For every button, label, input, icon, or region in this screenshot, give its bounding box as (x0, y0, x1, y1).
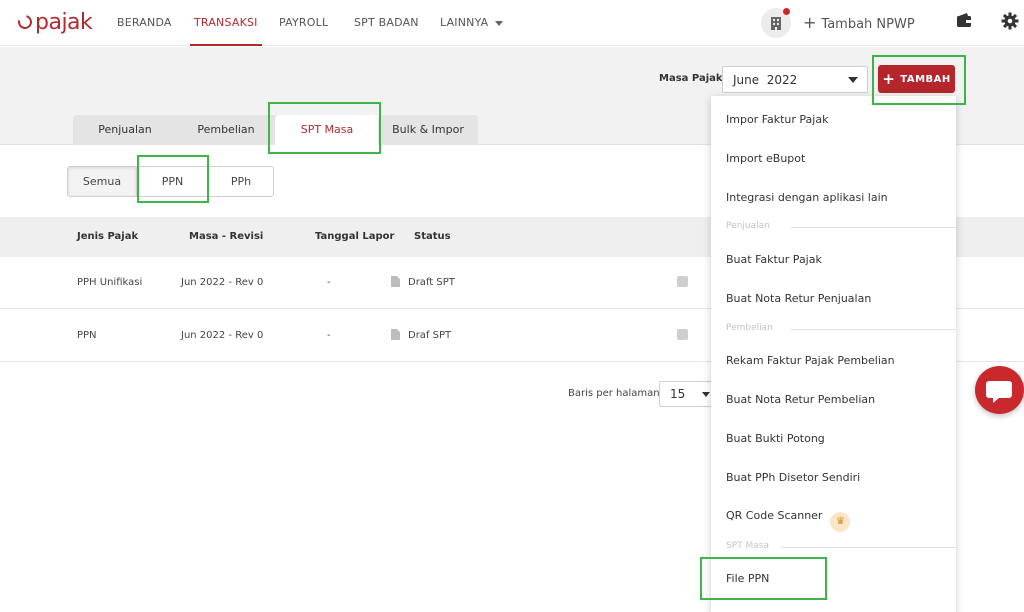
menu-qr-code-scanner-label: QR Code Scanner (726, 509, 823, 522)
tab-penjualan[interactable]: Penjualan (73, 115, 177, 145)
nav-beranda[interactable]: BERANDA (117, 0, 172, 46)
menu-integrasi-aplikasi[interactable]: Integrasi dengan aplikasi lain (726, 191, 888, 204)
menu-import-ebupot[interactable]: Import eBupot (726, 152, 805, 165)
logo-text: pajak (35, 9, 93, 35)
print-icon[interactable] (677, 329, 688, 340)
cell-status: Draft SPT (391, 276, 455, 288)
section-penjualan: Penjualan (726, 221, 770, 231)
menu-buat-bukti-potong[interactable]: Buat Bukti Potong (726, 432, 825, 445)
chevron-down-icon (848, 77, 858, 83)
status-text: Draf SPT (408, 330, 452, 341)
cell-masa: Jun 2022 - Rev 0 (181, 330, 264, 341)
chevron-down-icon (702, 392, 710, 397)
add-npwp-button[interactable]: + Tambah NPWP (803, 13, 915, 32)
tab-pembelian[interactable]: Pembelian (172, 115, 280, 145)
menu-buat-nota-retur-penjualan[interactable]: Buat Nota Retur Penjualan (726, 292, 871, 305)
col-status[interactable]: Status (414, 231, 451, 242)
nav-payroll[interactable]: PAYROLL (279, 0, 328, 46)
masa-pajak-value: June 2022 (733, 73, 798, 87)
chat-button[interactable] (975, 366, 1024, 414)
pajak-logo[interactable]: pajak (15, 9, 93, 35)
section-divider (791, 227, 956, 228)
rows-per-page-select[interactable]: 15 (659, 381, 717, 407)
rows-per-page-value: 15 (670, 387, 686, 401)
segment-semua[interactable]: Semua (68, 167, 137, 196)
company-switcher[interactable] (761, 8, 791, 38)
cell-masa: Jun 2022 - Rev 0 (181, 277, 264, 288)
nav-lainnya-label: LAINNYA (440, 16, 489, 29)
segment-pph[interactable]: PPh (209, 167, 273, 196)
cell-tanggal: - (327, 330, 331, 341)
add-npwp-label: Tambah NPWP (821, 17, 915, 32)
section-pembelian: Pembelian (726, 323, 773, 333)
menu-rekam-faktur-pembelian[interactable]: Rekam Faktur Pajak Pembelian (726, 354, 895, 367)
document-icon (391, 329, 400, 340)
cell-tanggal: - (327, 277, 331, 288)
nav-lainnya[interactable]: LAINNYA (440, 0, 504, 46)
menu-buat-pph-disetor-sendiri[interactable]: Buat PPh Disetor Sendiri (726, 471, 860, 484)
cell-status: Draf SPT (391, 329, 451, 341)
section-divider (781, 547, 956, 548)
top-navbar: pajak BERANDA TRANSAKSI PAYROLL SPT BADA… (0, 0, 1024, 46)
menu-file-ppn[interactable]: File PPN (726, 572, 769, 585)
tambah-dropdown-menu: Impor Faktur Pajak Import eBupot Integra… (711, 96, 956, 612)
menu-buat-nota-retur-pembelian[interactable]: Buat Nota Retur Pembelian (726, 393, 875, 406)
nav-spt-badan[interactable]: SPT BADAN (354, 0, 419, 46)
col-tanggal-lapor[interactable]: Tanggal Lapor (315, 231, 394, 242)
status-text: Draft SPT (408, 277, 455, 288)
rows-per-page-label: Baris per halaman: (568, 388, 664, 399)
plus-icon: + (803, 13, 817, 32)
cell-jenis: PPH Unifikasi (77, 277, 143, 288)
company-icon (771, 17, 781, 30)
menu-impor-faktur-pajak[interactable]: Impor Faktur Pajak (726, 113, 828, 126)
segment-ppn[interactable]: PPN (137, 167, 209, 196)
menu-buat-faktur-pajak[interactable]: Buat Faktur Pajak (726, 253, 822, 266)
masa-pajak-label: Masa Pajak (659, 73, 723, 84)
jenis-filter-segment: Semua PPN PPh (67, 166, 274, 197)
cell-jenis: PPN (77, 330, 97, 341)
section-divider (791, 329, 956, 330)
col-jenis-pajak[interactable]: Jenis Pajak (77, 231, 138, 242)
tab-bulk-impor[interactable]: Bulk & Impor (378, 115, 478, 145)
notification-dot (783, 8, 790, 15)
print-icon[interactable] (677, 276, 688, 287)
col-masa-revisi[interactable]: Masa - Revisi (189, 231, 263, 242)
section-spt-masa: SPT Masa (726, 541, 769, 551)
nav-transaksi[interactable]: TRANSAKSI (190, 0, 262, 46)
masa-pajak-select[interactable]: June 2022 (722, 66, 868, 93)
tambah-button[interactable]: + TAMBAH (878, 65, 955, 93)
gear-icon[interactable] (1001, 12, 1019, 30)
document-icon (391, 276, 400, 287)
chat-bubble-icon (986, 381, 1012, 403)
chevron-down-icon (495, 20, 504, 26)
menu-qr-code-scanner[interactable]: QR Code Scanner ♛ (726, 509, 851, 532)
logo-mark-icon (15, 12, 35, 32)
wallet-icon[interactable] (956, 12, 972, 30)
tab-spt-masa[interactable]: SPT Masa (275, 115, 379, 145)
tambah-label: TAMBAH (900, 73, 951, 85)
plus-icon: + (882, 69, 896, 88)
crown-icon: ♛ (830, 512, 851, 532)
